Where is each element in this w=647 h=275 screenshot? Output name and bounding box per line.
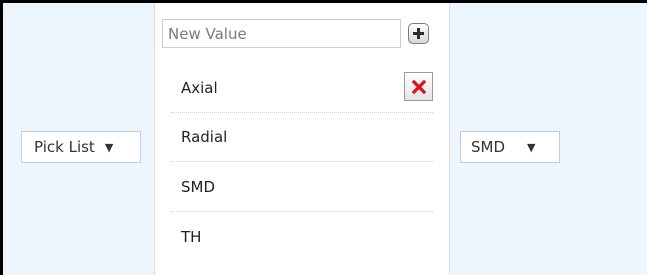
- pick-list-values-column: Axial Radial SMD TH: [155, 3, 450, 275]
- dropdown-arrow-icon: ▼: [527, 140, 536, 154]
- delete-value-button[interactable]: [404, 72, 433, 101]
- list-item-label: TH: [181, 228, 202, 246]
- list-item[interactable]: SMD: [171, 162, 433, 212]
- default-value-column: SMD ▼: [450, 3, 647, 275]
- type-column: Pick List ▼: [3, 3, 155, 275]
- type-select-value: Pick List: [34, 138, 95, 156]
- list-item[interactable]: TH: [171, 212, 433, 262]
- list-item-label: SMD: [181, 178, 216, 196]
- list-item-label: Axial: [181, 79, 218, 97]
- plus-icon: [413, 28, 424, 39]
- add-value-button[interactable]: [408, 23, 429, 44]
- type-select[interactable]: Pick List ▼: [21, 131, 141, 163]
- delete-x-icon: [411, 79, 426, 94]
- default-select-value: SMD: [471, 138, 506, 156]
- default-value-select[interactable]: SMD ▼: [460, 131, 560, 163]
- new-value-input[interactable]: [162, 19, 401, 48]
- dropdown-arrow-icon: ▼: [104, 140, 114, 154]
- list-item[interactable]: Axial: [171, 63, 433, 113]
- list-item[interactable]: Radial: [171, 112, 433, 162]
- list-item-label: Radial: [181, 128, 228, 146]
